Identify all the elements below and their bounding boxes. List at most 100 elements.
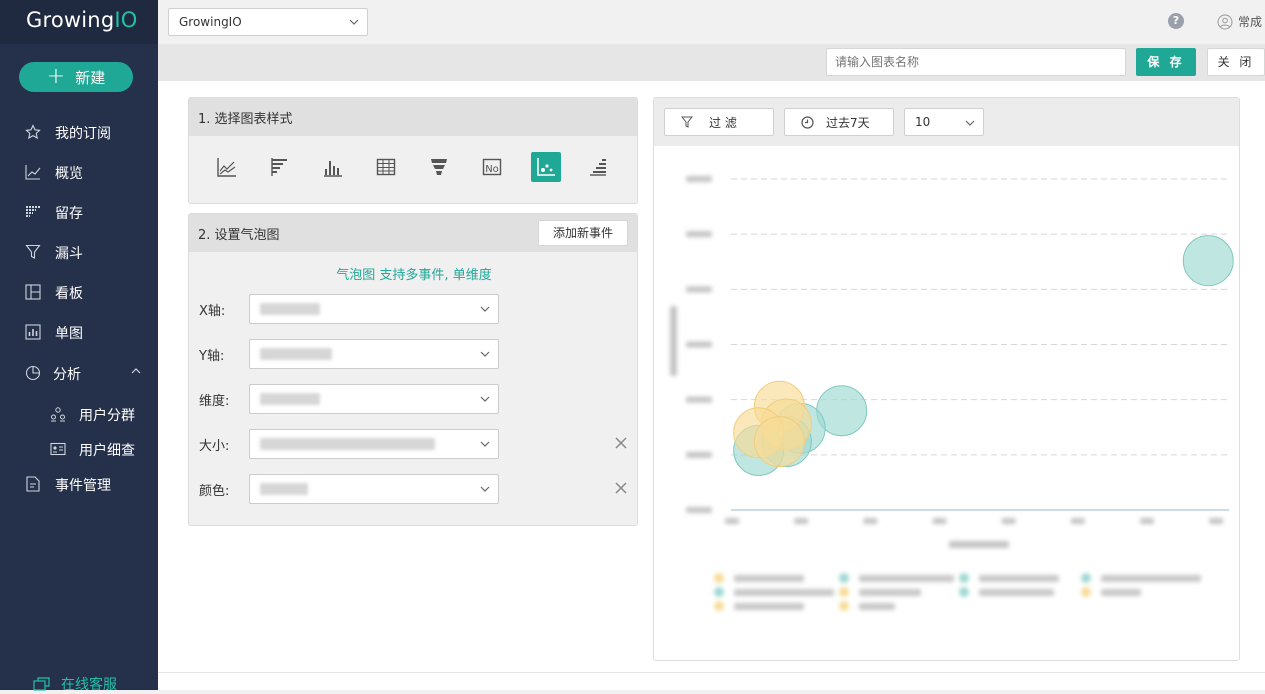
chevron-down-icon (480, 351, 490, 357)
retention-icon (26, 206, 40, 217)
remove-size-icon[interactable] (614, 436, 628, 450)
chevron-down-icon (480, 396, 490, 402)
legend-swatch (959, 587, 969, 597)
size-label: 大小: (199, 439, 230, 454)
sidebar-item-dashboard[interactable]: 看板 (0, 276, 158, 308)
sidebar-item-user-detail[interactable]: 用户细查 (0, 433, 158, 465)
y-axis-field: Y轴: (199, 339, 639, 369)
sidebar-item-label: 留存 (55, 206, 83, 222)
bubble-settings-title-text: 2. 设置气泡图 (198, 228, 280, 243)
sidebar-item-single-chart[interactable]: 单图 (0, 316, 158, 348)
chevron-down-icon (480, 486, 490, 492)
line-chart-icon[interactable] (213, 153, 241, 181)
size-field: 大小: (199, 429, 639, 459)
chart-name-input[interactable] (826, 48, 1126, 76)
y-tick-label (686, 396, 712, 403)
user-avatar-icon (1217, 14, 1233, 29)
chart-preview-panel: 过 滤 过去7天 10 (653, 97, 1240, 661)
sidebar-item-label: 概览 (55, 166, 83, 182)
bubble-chart-icon[interactable] (531, 152, 561, 182)
legend-swatch (714, 587, 724, 597)
y-axis-label: Y轴: (199, 349, 225, 364)
limit-select[interactable]: 10 (904, 108, 984, 136)
clock-icon (801, 115, 814, 129)
star-icon (25, 124, 41, 140)
legend-label (859, 603, 895, 610)
svg-text:No: No (485, 164, 499, 175)
user-card-icon (50, 442, 66, 456)
legend-label (734, 589, 834, 596)
y-tick-label (686, 231, 712, 238)
bubble-point (1182, 235, 1234, 287)
x-axis-select[interactable] (249, 294, 499, 324)
bubble-point (753, 416, 805, 468)
sidebar-item-analysis[interactable]: 分析 (0, 357, 158, 389)
sidebar-item-funnel[interactable]: 漏斗 (0, 236, 158, 268)
x-tick-label (794, 518, 809, 524)
sidebar-item-label: 看板 (55, 286, 83, 302)
chevron-up-icon (131, 368, 141, 374)
legend-swatch (1081, 587, 1091, 597)
color-select[interactable] (249, 474, 499, 504)
legend-label (734, 575, 804, 582)
online-support-label: 在线客服 (61, 677, 117, 693)
filter-button[interactable]: 过 滤 (664, 108, 774, 136)
x-tick-label (1001, 518, 1016, 524)
color-field: 颜色: (199, 474, 639, 504)
x-tick-label (932, 518, 947, 524)
time-range-button[interactable]: 过去7天 (784, 108, 894, 136)
y-tick-label (686, 286, 712, 293)
new-button[interactable]: + 新建 (19, 62, 133, 92)
ranked-bar-icon[interactable] (584, 153, 612, 181)
sidebar-item-label: 单图 (55, 326, 83, 342)
save-button[interactable]: 保 存 (1136, 48, 1196, 76)
y-tick-label (686, 451, 712, 458)
limit-value: 10 (915, 115, 931, 129)
number-icon[interactable]: No (478, 153, 506, 181)
table-icon[interactable] (372, 153, 400, 181)
chart-style-panel: 1. 选择图表样式 No (188, 97, 638, 204)
chevron-down-icon (965, 120, 975, 126)
legend-swatch (714, 601, 724, 611)
sidebar: GrowingIO + 新建 我的订阅 概览 留存 漏斗 看板 单图 分析 用户分… (0, 0, 158, 693)
legend-label (979, 575, 1059, 582)
y-tick-label (686, 176, 712, 182)
sidebar-item-label: 我的订阅 (55, 126, 111, 142)
column-chart-icon[interactable] (319, 153, 347, 181)
help-icon[interactable]: ? (1168, 13, 1184, 29)
color-label: 颜色: (199, 484, 230, 499)
sidebar-item-retention[interactable]: 留存 (0, 196, 158, 228)
pie-icon (25, 365, 41, 381)
logo-text: Growing (26, 8, 115, 32)
sidebar-item-event-management[interactable]: 事件管理 (0, 468, 158, 500)
add-event-button[interactable]: 添加新事件 (538, 220, 628, 246)
legend-swatch (839, 587, 849, 597)
close-button[interactable]: 关 闭 (1207, 48, 1265, 76)
event-doc-icon (26, 476, 40, 492)
y-axis-select[interactable] (249, 339, 499, 369)
dimension-field: 维度: (199, 384, 639, 414)
funnel-chart-icon[interactable] (425, 153, 453, 181)
sidebar-item-user-segments[interactable]: 用户分群 (0, 398, 158, 430)
chart-controls: 过 滤 过去7天 10 (654, 98, 1239, 146)
sidebar-item-label: 漏斗 (55, 246, 83, 262)
user-menu[interactable]: 常成 (1217, 13, 1262, 30)
filter-icon (681, 116, 693, 128)
legend-label (1101, 575, 1201, 582)
logo[interactable]: GrowingIO (26, 8, 137, 32)
dimension-label: 维度: (199, 394, 230, 409)
sidebar-item-subscriptions[interactable]: 我的订阅 (0, 116, 158, 148)
dimension-select[interactable] (249, 384, 499, 414)
x-tick-label (863, 518, 878, 524)
project-select[interactable]: GrowingIO (168, 8, 368, 36)
bubble-settings-subtitle: 气泡图 支持多事件, 单维度 (336, 268, 492, 283)
size-select[interactable] (249, 429, 499, 459)
online-support-link[interactable]: 在线客服 (33, 674, 117, 694)
remove-color-icon[interactable] (614, 481, 628, 495)
sidebar-item-overview[interactable]: 概览 (0, 156, 158, 188)
sidebar-item-label: 用户分群 (79, 408, 135, 424)
bar-horizontal-icon[interactable] (266, 153, 294, 181)
bar-chart-icon (25, 324, 41, 340)
time-range-label: 过去7天 (826, 115, 870, 130)
trend-icon (25, 165, 41, 180)
